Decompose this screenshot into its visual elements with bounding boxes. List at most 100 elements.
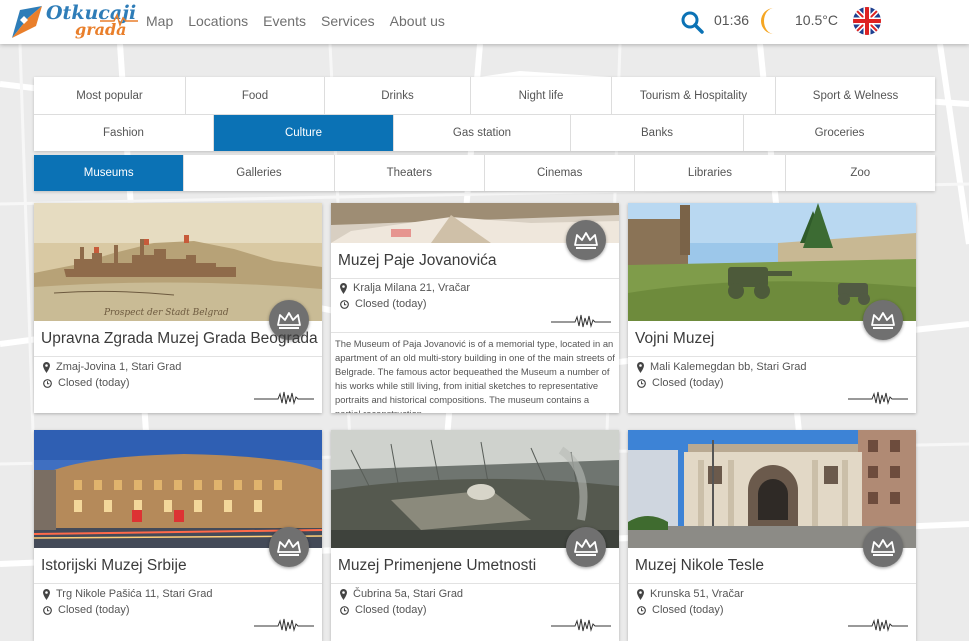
card-status: Closed (today) <box>340 604 427 616</box>
subcategory-theaters[interactable]: Theaters <box>335 155 485 191</box>
location-pin-icon <box>43 361 50 373</box>
temperature: 10.5°C <box>795 12 838 28</box>
card-address: Kralja Milana 21, Vračar <box>340 282 470 294</box>
card-address-text: Trg Nikole Pašića 11, Stari Grad <box>56 588 213 600</box>
location-card[interactable]: Istorijski Muzej Srbije Trg Nikole Pašić… <box>34 430 322 641</box>
divider <box>628 356 916 357</box>
logo-mark-icon <box>12 6 42 38</box>
card-status-text: Closed (today) <box>355 298 427 310</box>
top-header: Otkucaji grada Map Locations Events Serv… <box>0 0 969 44</box>
location-pin-icon <box>340 282 347 294</box>
card-address-text: Kralja Milana 21, Vračar <box>353 282 470 294</box>
clock: 01:36 <box>714 12 750 28</box>
location-pin-icon <box>637 588 644 600</box>
category-drinks[interactable]: Drinks <box>325 77 471 114</box>
subcategory-cinemas[interactable]: Cinemas <box>485 155 636 191</box>
card-address: Čubrina 5a, Stari Grad <box>340 588 463 600</box>
location-card[interactable]: Muzej Nikole Tesle Krunska 51, Vračar Cl… <box>628 430 916 641</box>
heartbeat-icon <box>848 391 908 405</box>
subcategory-galleries[interactable]: Galleries <box>184 155 335 191</box>
card-title[interactable]: Vojni Muzej <box>635 330 714 348</box>
subcategory-libraries[interactable]: Libraries <box>635 155 786 191</box>
crown-icon[interactable] <box>863 527 903 567</box>
card-address: Zmaj-Jovina 1, Stari Grad <box>43 361 181 373</box>
crown-icon[interactable] <box>566 220 606 260</box>
clock-icon <box>43 605 52 615</box>
card-status: Closed (today) <box>637 377 724 389</box>
nav-events[interactable]: Events <box>263 13 306 29</box>
card-status: Closed (today) <box>340 298 427 310</box>
card-title[interactable]: Istorijski Muzej Srbije <box>41 557 187 575</box>
crown-icon[interactable] <box>269 527 309 567</box>
category-culture[interactable]: Culture <box>214 115 394 151</box>
card-title[interactable]: Upravna Zgrada Muzej Grada Beograda <box>41 330 318 348</box>
category-night-life[interactable]: Night life <box>471 77 612 114</box>
card-title[interactable]: Muzej Nikole Tesle <box>635 557 764 575</box>
category-row: Most popular Food Drinks Night life Tour… <box>34 77 935 114</box>
crown-icon[interactable] <box>566 527 606 567</box>
location-pin-icon <box>340 588 347 600</box>
subcategory-panel: Museums Galleries Theaters Cinemas Libra… <box>34 155 935 191</box>
nav-services[interactable]: Services <box>321 13 375 29</box>
card-title[interactable]: Muzej Primenjene Umetnosti <box>338 557 536 575</box>
card-address: Krunska 51, Vračar <box>637 588 744 600</box>
category-most-popular[interactable]: Most popular <box>34 77 186 114</box>
location-pin-icon <box>43 588 50 600</box>
card-status-text: Closed (today) <box>652 377 724 389</box>
heartbeat-icon <box>848 618 908 632</box>
category-panel: Most popular Food Drinks Night life Tour… <box>34 77 935 151</box>
card-address-text: Čubrina 5a, Stari Grad <box>353 588 464 600</box>
uk-flag-icon[interactable] <box>853 7 881 35</box>
logo[interactable]: Otkucaji grada <box>8 2 138 42</box>
subcategory-museums[interactable]: Museums <box>34 155 185 191</box>
subcategory-zoo[interactable]: Zoo <box>786 155 935 191</box>
search-icon[interactable] <box>680 10 704 39</box>
category-groceries[interactable]: Groceries <box>744 115 935 151</box>
nav-about-us[interactable]: About us <box>390 13 445 29</box>
card-status: Closed (today) <box>43 377 130 389</box>
divider <box>331 332 619 333</box>
category-banks[interactable]: Banks <box>571 115 744 151</box>
logo-text-secondary: grada <box>75 20 127 39</box>
card-status: Closed (today) <box>637 604 724 616</box>
card-status-text: Closed (today) <box>58 377 130 389</box>
card-status-text: Closed (today) <box>58 604 130 616</box>
category-fashion[interactable]: Fashion <box>34 115 214 151</box>
heartbeat-icon <box>551 314 611 328</box>
divider <box>331 278 619 279</box>
nav-map[interactable]: Map <box>146 13 173 29</box>
main-nav: Map Locations Events Services About us <box>146 13 460 29</box>
category-gas-station[interactable]: Gas station <box>394 115 571 151</box>
location-card[interactable]: Prospect der Stadt Belgrad Upravna Zgrad… <box>34 203 322 413</box>
category-sport[interactable]: Sport & Welness <box>776 77 935 114</box>
location-card[interactable]: Muzej Primenjene Umetnosti Čubrina 5a, S… <box>331 430 619 641</box>
clock-icon <box>340 299 349 309</box>
card-address: Mali Kalemegdan bb, Stari Grad <box>637 361 807 373</box>
location-card[interactable]: Vojni Muzej Mali Kalemegdan bb, Stari Gr… <box>628 203 916 413</box>
clock-icon <box>637 378 646 388</box>
clock-icon <box>43 378 52 388</box>
svg-text:Prospect der Stadt Belgrad: Prospect der Stadt Belgrad <box>103 308 229 318</box>
heartbeat-icon <box>551 618 611 632</box>
clock-icon <box>637 605 646 615</box>
divider <box>34 583 322 584</box>
divider <box>628 583 916 584</box>
card-status: Closed (today) <box>43 604 130 616</box>
divider <box>34 356 322 357</box>
moon-icon <box>760 6 786 41</box>
card-status-text: Closed (today) <box>652 604 724 616</box>
category-tourism[interactable]: Tourism & Hospitality <box>612 77 776 114</box>
heartbeat-icon <box>254 618 314 632</box>
category-row: Fashion Culture Gas station Banks Grocer… <box>34 114 935 151</box>
location-card[interactable]: Muzej Paje Jovanovića Kralja Milana 21, … <box>331 203 619 413</box>
card-status-text: Closed (today) <box>355 604 427 616</box>
crown-icon[interactable] <box>863 300 903 340</box>
card-address: Trg Nikole Pašića 11, Stari Grad <box>43 588 213 600</box>
card-address-text: Mali Kalemegdan bb, Stari Grad <box>650 361 807 373</box>
card-description: The Museum of Paja Jovanović is of a mem… <box>335 338 615 413</box>
card-title[interactable]: Muzej Paje Jovanovića <box>338 252 497 270</box>
heartbeat-icon <box>254 391 314 405</box>
clock-icon <box>340 605 349 615</box>
category-food[interactable]: Food <box>186 77 325 114</box>
nav-locations[interactable]: Locations <box>188 13 248 29</box>
